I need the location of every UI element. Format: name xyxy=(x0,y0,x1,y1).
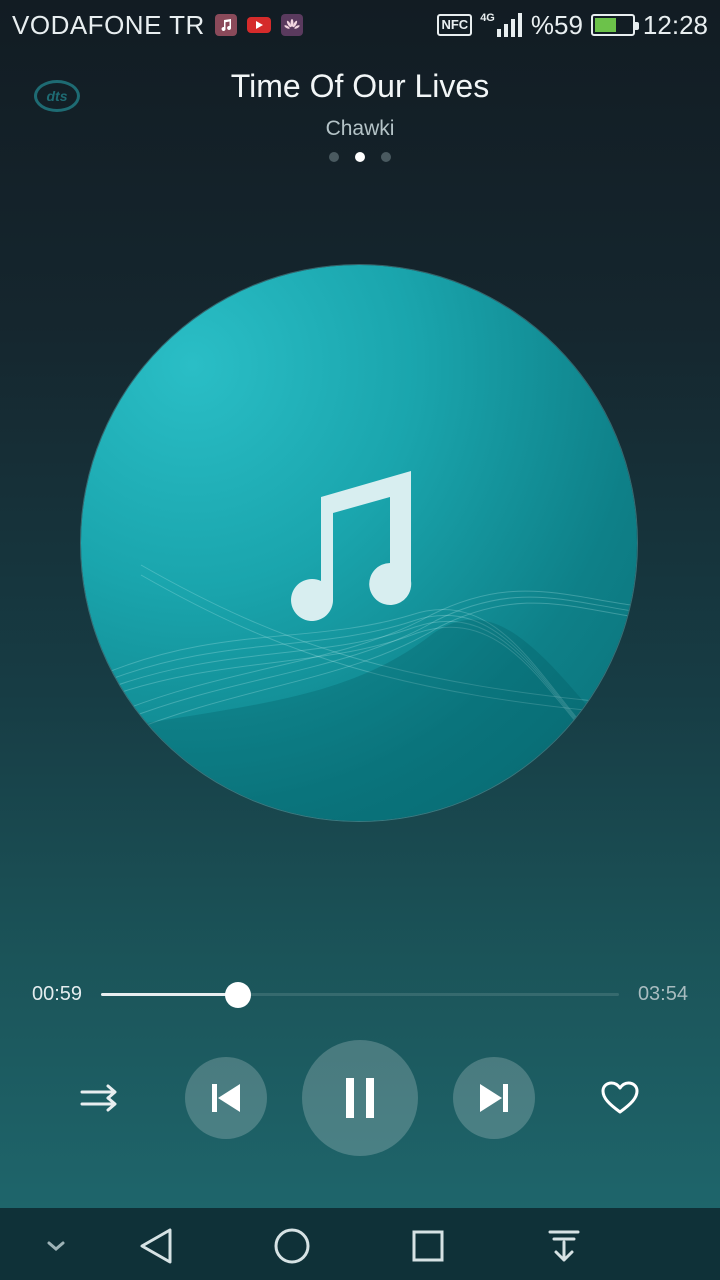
clock: 12:28 xyxy=(642,9,708,40)
signal-icon xyxy=(496,13,522,37)
pause-icon xyxy=(346,1078,374,1118)
total-time: 03:54 xyxy=(637,983,688,1005)
shuffle-icon xyxy=(80,1084,117,1112)
current-time: 00:59 xyxy=(32,983,83,1005)
pause-button[interactable] xyxy=(302,1040,418,1156)
shuffle-button[interactable] xyxy=(76,1074,124,1122)
signal-group: 4G xyxy=(480,13,523,37)
music-notification-icon xyxy=(214,14,237,36)
next-button[interactable] xyxy=(453,1057,535,1139)
previous-icon xyxy=(212,1084,240,1112)
network-type: 4G xyxy=(480,12,495,24)
album-art[interactable] xyxy=(81,265,637,821)
nav-back-button[interactable] xyxy=(136,1226,176,1266)
home-icon xyxy=(274,1228,310,1264)
music-note-icon xyxy=(291,471,412,621)
progress-fill xyxy=(101,993,239,996)
song-title: Time Of Our Lives xyxy=(230,68,490,104)
progress-slider[interactable] xyxy=(101,982,619,1008)
youtube-notification-icon xyxy=(246,17,271,33)
favorite-button[interactable] xyxy=(596,1074,644,1122)
page-dot xyxy=(329,152,339,162)
nfc-icon: NFC xyxy=(437,14,473,36)
status-right: NFC 4G %59 12:28 xyxy=(437,10,708,41)
previous-button[interactable] xyxy=(185,1057,267,1139)
page-indicator xyxy=(0,152,720,162)
navigation-bar xyxy=(0,1208,720,1280)
back-icon xyxy=(140,1228,172,1264)
recents-icon xyxy=(412,1230,444,1262)
nav-home-button[interactable] xyxy=(272,1226,312,1266)
pull-down-icon xyxy=(548,1230,580,1262)
huawei-notification-icon xyxy=(280,14,303,36)
album-art-graphic xyxy=(81,471,637,821)
nav-pull-down-button[interactable] xyxy=(544,1226,584,1266)
nav-recents-button[interactable] xyxy=(408,1226,448,1266)
battery-percent: %59 xyxy=(530,9,583,40)
next-icon xyxy=(480,1084,508,1112)
page-dot xyxy=(381,152,391,162)
chevron-down-icon xyxy=(47,1241,65,1251)
battery-icon xyxy=(590,14,639,36)
song-artist: Chawki xyxy=(325,117,395,140)
status-bar: VODAFONE TR NFC 4G %59 12:28 xyxy=(0,0,720,50)
heart-icon xyxy=(601,1081,639,1114)
battery-fill xyxy=(594,18,617,32)
page-dot xyxy=(355,152,365,162)
progress-thumb[interactable] xyxy=(225,982,252,1008)
carrier-name: VODAFONE TR xyxy=(12,9,205,40)
nav-chevron-button[interactable] xyxy=(36,1226,76,1266)
status-left: VODAFONE TR xyxy=(12,10,303,41)
